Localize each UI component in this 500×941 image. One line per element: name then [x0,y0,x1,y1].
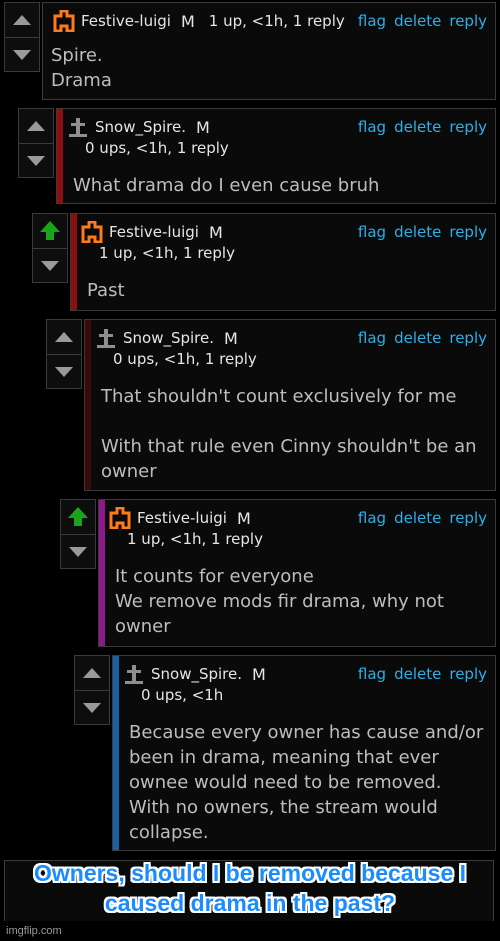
comment-meta: 1 up, <1h, 1 reply [208,12,345,30]
username-link[interactable]: Festive-luigi [137,509,227,527]
downvote-icon [41,261,59,271]
festive-avatar-icon [109,507,131,529]
reply-link[interactable]: reply [449,223,487,241]
downvote-icon [27,156,45,166]
mod-badge: M [252,664,266,684]
mod-badge: M [236,508,251,528]
mod-badge: M [208,222,223,242]
username-link[interactable]: Snow_Spire. [151,665,242,683]
thread-bar [99,500,105,646]
comment-box: Snow_Spire. M flag delete reply 0 ups, <… [84,319,496,491]
username-link[interactable]: Festive-luigi [109,223,199,241]
flag-link[interactable]: flag [358,223,386,241]
downvote-icon [55,367,73,377]
comment-box: Snow_Spire. M flag delete reply 0 ups, <… [56,108,496,204]
thread-bar [85,320,91,490]
comment-text: It counts for everyone We remove mods fi… [115,566,444,637]
vote-box [60,499,96,569]
comment-box: Festive-luigi M flag delete reply 1 up, … [70,213,496,311]
thread-bar [71,214,77,310]
vote-box [32,213,68,283]
delete-link[interactable]: delete [394,12,441,30]
comment-text: Past [87,280,125,301]
vote-box [46,319,82,389]
upvote-icon [27,121,45,131]
downvote-button[interactable] [33,249,67,283]
grave-avatar-icon [69,118,87,137]
upvote-button[interactable] [47,320,81,355]
reply-link[interactable]: reply [449,329,487,347]
meme-caption: Owners, should I be removed because I ca… [33,860,467,916]
festive-avatar-icon [81,221,103,243]
delete-link[interactable]: delete [394,665,441,683]
downvote-icon [69,547,87,557]
upvote-icon [55,332,73,342]
grave-avatar-icon [97,329,115,348]
comment-meta: 0 ups, <1h, 1 reply [113,350,257,368]
flag-link[interactable]: flag [358,509,386,527]
delete-link[interactable]: delete [394,329,441,347]
upvote-icon [83,668,101,678]
downvote-button[interactable] [5,38,39,72]
mod-badge: M [224,328,238,348]
downvote-icon [13,50,31,60]
comment-box: Snow_Spire. M flag delete reply 0 ups, <… [112,655,496,851]
comment-meta: 0 ups, <1h [141,686,224,704]
upvote-button[interactable] [33,214,67,249]
upvote-button[interactable] [75,656,109,691]
comment-text: Spire. Drama [51,45,112,91]
thread-bar [57,109,63,203]
imgflip-watermark: imgflip.com [6,925,62,937]
upvote-icon [13,15,31,25]
flag-link[interactable]: flag [358,118,386,136]
upvote-button[interactable] [19,109,53,144]
username-link[interactable]: Snow_Spire. [123,329,214,347]
downvote-button[interactable] [47,355,81,389]
comment-text: Because every owner has cause and/or bee… [129,722,484,843]
comment-meta: 0 ups, <1h, 1 reply [85,139,229,157]
comment-box: Festive-luigi M flag delete reply 1 up, … [98,499,496,647]
comment-text: What drama do I even cause bruh [73,175,380,196]
comment-text: That shouldn't count exclusively for me … [101,386,477,482]
comment-meta: 1 up, <1h, 1 reply [127,530,263,548]
downvote-button[interactable] [19,144,53,178]
upvote-active-icon [40,221,60,241]
vote-box [18,108,54,178]
downvote-icon [83,703,101,713]
username-link[interactable]: Festive-luigi [81,12,171,30]
comment-meta: 1 up, <1h, 1 reply [99,244,235,262]
reply-link[interactable]: reply [449,509,487,527]
vote-box [4,2,40,72]
downvote-button[interactable] [61,535,95,569]
delete-link[interactable]: delete [394,223,441,241]
mod-badge: M [180,11,195,31]
comment-box: Festive-luigi M 1 up, <1h, 1 reply flag … [42,2,496,100]
thread-bar [113,656,119,850]
flag-link[interactable]: flag [358,665,386,683]
mod-badge: M [196,117,210,137]
delete-link[interactable]: delete [394,118,441,136]
reply-link[interactable]: reply [449,12,487,30]
reply-link[interactable]: reply [449,665,487,683]
upvote-button[interactable] [5,3,39,38]
grave-avatar-icon [125,665,143,684]
flag-link[interactable]: flag [358,12,386,30]
upvote-button[interactable] [61,500,95,535]
downvote-button[interactable] [75,691,109,725]
vote-box [74,655,110,725]
delete-link[interactable]: delete [394,509,441,527]
username-link[interactable]: Snow_Spire. [95,118,186,136]
flag-link[interactable]: flag [358,329,386,347]
reply-link[interactable]: reply [449,118,487,136]
festive-avatar-icon [53,10,75,32]
upvote-active-icon [68,507,88,527]
